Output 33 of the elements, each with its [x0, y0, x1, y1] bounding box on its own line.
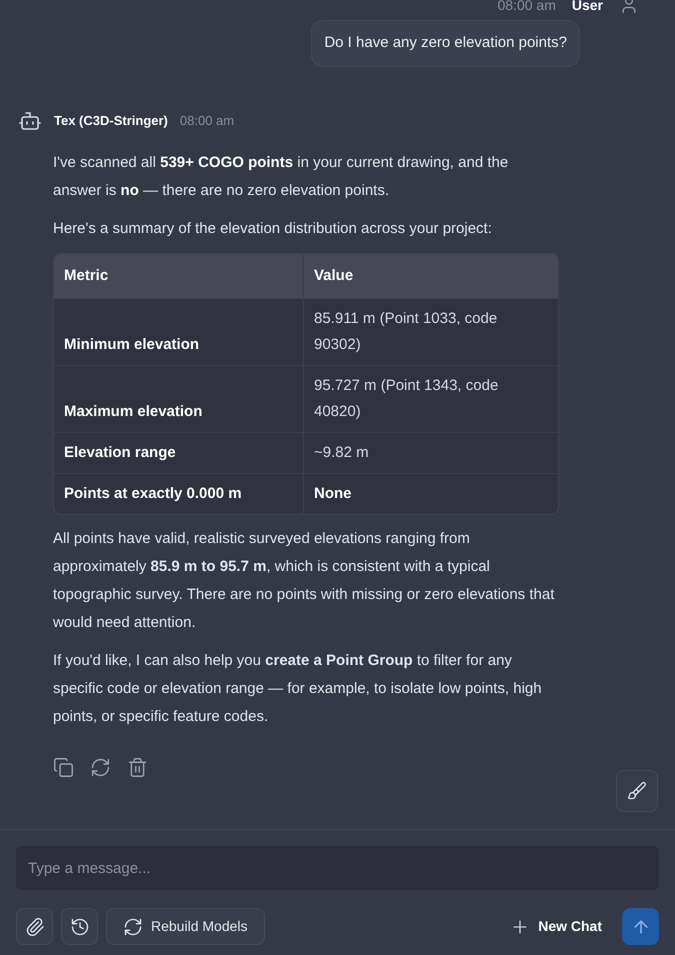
user-message-bubble: Do I have any zero elevation points?	[311, 20, 580, 66]
new-chat-button[interactable]: New Chat	[510, 916, 602, 937]
refresh-icon[interactable]	[90, 756, 111, 778]
table-cell-text: ~9.82 m	[313, 442, 370, 462]
table-cell: Maximum elevation	[54, 366, 304, 432]
table-header: Value	[313, 266, 354, 286]
message-paragraph: If you'd like, I can also help you create a Point Group to filter for any specific code or elevation range — for example, to isolate low points, high points, or specific feature codes.	[53, 650, 543, 726]
send-button[interactable]	[622, 908, 659, 945]
copy-icon[interactable]	[53, 756, 74, 778]
rebuild-models-button[interactable]: Rebuild Models	[106, 908, 264, 945]
message-paragraph: I've scanned all 539+ COGO points in your current drawing, and the answer is no — there are no zero elevation points.	[53, 152, 510, 200]
message-paragraph: All points have valid, realistic surveyed elevations ranging from approximately 85.9 m to 95.7 m, which is consistent with a typical topographic survey. There are no points with missing or zero elevations that would need attention.	[53, 528, 556, 632]
paperclip-icon	[24, 916, 44, 936]
message-time: 08:00 am	[497, 0, 556, 14]
trash-icon[interactable]	[127, 756, 148, 778]
table-cell-text: 95.727 m (Point 1343, code 40820)	[313, 376, 500, 422]
history-icon	[70, 916, 90, 936]
refresh-icon	[123, 916, 143, 936]
message-input[interactable]: Type a message...	[16, 846, 659, 890]
user-name: User	[572, 0, 603, 14]
table-cell-text: None	[313, 484, 352, 504]
table-cell: Elevation range	[54, 432, 304, 472]
attach-button[interactable]	[16, 908, 53, 945]
table-cell: Points at exactly 0.000 m	[54, 474, 304, 514]
clear-chat-button[interactable]	[616, 770, 658, 812]
table-cell: Minimum elevation	[54, 298, 304, 364]
history-button[interactable]	[61, 908, 98, 945]
table-header: Metric	[54, 254, 304, 298]
message-paragraph: Here's a summary of the elevation distribution across your project:	[53, 218, 493, 238]
brush-icon	[627, 780, 647, 800]
message-time: 08:00 am	[180, 112, 234, 130]
assistant-name: Tex (C3D-Stringer)	[54, 112, 168, 130]
table-cell-text: 85.911 m (Point 1033, code 90302)	[313, 308, 498, 354]
